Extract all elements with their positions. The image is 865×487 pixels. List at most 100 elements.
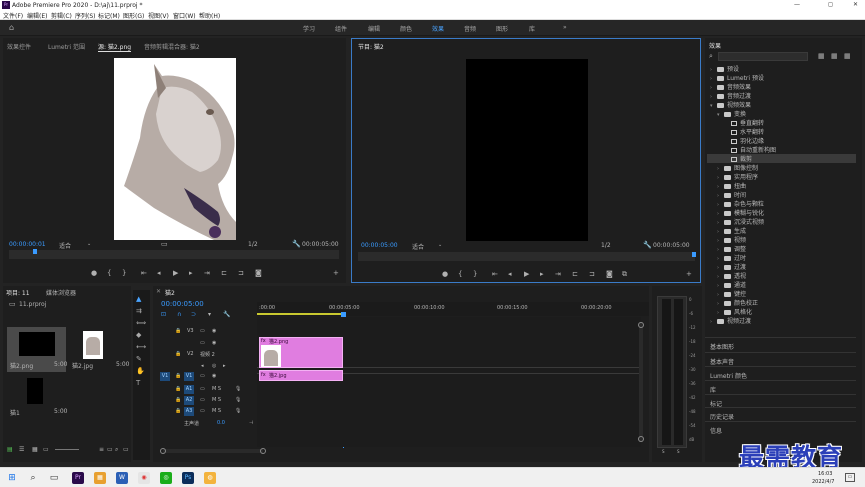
play-icon[interactable]: ▶ — [524, 270, 529, 278]
effects-tree-item[interactable]: 羽化边缘 — [707, 136, 856, 145]
lock-icon[interactable]: 🔒 — [175, 386, 181, 392]
icon-view-icon[interactable]: ▦ — [32, 446, 38, 453]
next-keyframe-icon[interactable]: ▸ — [223, 363, 226, 369]
eye-icon[interactable]: ◉ — [212, 340, 216, 346]
step-back-icon[interactable]: ◂ — [157, 269, 161, 277]
search-icon[interactable]: ⌕ — [115, 446, 118, 454]
section-libraries[interactable]: 库 — [705, 380, 856, 394]
workspace-audio[interactable]: 音频 — [464, 24, 476, 33]
step-forward-icon[interactable]: ▸ — [540, 270, 544, 278]
minimize-button[interactable]: — — [794, 1, 800, 8]
menu-graphics[interactable]: 图形(G) — [123, 11, 144, 20]
work-area-bar[interactable] — [257, 313, 342, 315]
program-ratio-select[interactable]: 1/2 — [601, 242, 611, 249]
program-fit-select[interactable]: 适合 — [412, 242, 424, 251]
add-keyframe-icon[interactable]: ◎ — [212, 363, 216, 369]
mute-solo[interactable]: M S — [212, 397, 221, 403]
effects-tree-item[interactable]: › 键控 — [707, 289, 856, 298]
effects-tree-item[interactable]: › 实用程序 — [707, 172, 856, 181]
effects-tree-item[interactable]: › 生成 — [707, 226, 856, 235]
marker-icon[interactable]: ● — [91, 269, 97, 277]
wrench-icon[interactable]: 🔧 — [292, 240, 301, 248]
effects-tree-item[interactable]: 垂直翻转 — [707, 118, 856, 127]
wechat-taskbar-icon[interactable]: ◎ — [160, 472, 172, 484]
photoshop-taskbar-icon[interactable]: Ps — [182, 472, 194, 484]
source-patch-v1[interactable]: V1 — [160, 372, 170, 381]
source-timecode[interactable]: 00:00:00:01 — [9, 241, 46, 248]
workspace-effects[interactable]: 效果 — [432, 24, 444, 33]
effects-tree-item[interactable]: › Lumetri 预设 — [707, 73, 856, 82]
section-essential-graphics[interactable]: 基本图形 — [705, 337, 856, 351]
track-id[interactable]: A1 — [184, 385, 194, 394]
mark-out-icon[interactable]: } — [122, 269, 126, 277]
close-button[interactable]: ✕ — [853, 1, 858, 8]
lock-icon[interactable]: 🔒 — [175, 328, 181, 334]
master-value[interactable]: 0.0 — [217, 420, 225, 426]
lock-icon[interactable]: 🔒 — [175, 351, 181, 357]
hand-tool-icon[interactable]: ✋ — [136, 367, 145, 375]
menu-view[interactable]: 视图(V) — [148, 11, 169, 20]
track-id[interactable]: V3 — [187, 328, 194, 334]
add-button-icon[interactable]: + — [333, 269, 339, 277]
menu-clip[interactable]: 剪辑(C) — [51, 11, 72, 20]
track-id[interactable]: A3 — [184, 407, 194, 416]
step-forward-icon[interactable]: ▸ — [189, 269, 193, 277]
effects-tree-item[interactable]: › 沉浸式视频 — [707, 217, 856, 226]
section-info[interactable]: 信息 — [705, 421, 856, 435]
effects-tree-item[interactable]: › 调整 — [707, 244, 856, 253]
sync-icon[interactable]: ▭ — [200, 373, 205, 379]
goto-out-icon[interactable]: ⇥ — [204, 269, 210, 277]
workspace-color[interactable]: 颜色 — [400, 24, 412, 33]
source-ratio-select[interactable]: 1/2 — [248, 241, 258, 248]
section-essential-sound[interactable]: 基本声音 — [705, 352, 856, 366]
mark-in-icon[interactable]: { — [458, 270, 462, 278]
mute-solo[interactable]: M S — [212, 408, 221, 414]
home-icon[interactable]: ⌂ — [9, 23, 14, 32]
tab-audio-clip-mixer[interactable]: 音频剪辑混合器: 猫2 — [144, 42, 200, 51]
prev-keyframe-icon[interactable]: ◂ — [201, 363, 204, 369]
sync-icon[interactable]: ▭ — [200, 386, 205, 392]
wrench-icon[interactable]: 🔧 — [643, 241, 652, 249]
workspace-more-icon[interactable]: » — [563, 24, 567, 31]
program-playhead[interactable] — [692, 252, 696, 257]
marker-icon[interactable]: ● — [442, 270, 448, 278]
menu-help[interactable]: 帮助(H) — [199, 11, 220, 20]
extract-icon[interactable]: ⊐ — [589, 270, 595, 278]
mic-icon[interactable]: 🎙 — [235, 408, 241, 414]
effects-tree-item[interactable]: › 视频过渡 — [707, 316, 856, 325]
program-timecode[interactable]: 00:00:05:00 — [361, 242, 398, 249]
camera-icon[interactable]: ◙ — [255, 269, 262, 277]
goto-out-icon[interactable]: ⇥ — [555, 270, 561, 278]
menu-sequence[interactable]: 序列(S) — [75, 11, 96, 20]
section-markers[interactable]: 标记 — [705, 394, 856, 408]
razor-tool-icon[interactable]: ◆ — [136, 331, 141, 339]
source-scrubber[interactable] — [9, 250, 339, 259]
goto-in-icon[interactable]: ⇤ — [492, 270, 498, 278]
menu-marker[interactable]: 标记(M) — [98, 11, 120, 20]
overwrite-icon[interactable]: ⊐ — [238, 269, 244, 277]
effects-tree-item[interactable]: › 杂色与颗粒 — [707, 199, 856, 208]
notification-icon[interactable]: ▭ — [845, 473, 855, 482]
close-tab-icon[interactable]: ✕ — [156, 288, 161, 295]
track-id[interactable]: V1 — [184, 372, 194, 381]
solo-right[interactable]: S — [677, 449, 680, 454]
program-title[interactable]: 节目: 猫2 — [358, 42, 384, 51]
new-bin-icon[interactable]: ▭ — [123, 446, 129, 453]
workspace-learn[interactable]: 学习 — [303, 24, 315, 33]
32bit-icon[interactable]: ▦ — [831, 52, 838, 60]
word-taskbar-icon[interactable]: W — [116, 472, 128, 484]
horizontal-scrollbar[interactable] — [160, 448, 266, 454]
task-view-icon[interactable]: ▭ — [48, 472, 60, 484]
solo-left[interactable]: S — [662, 449, 665, 454]
source-playhead-icon[interactable]: ▭ — [161, 240, 168, 248]
effects-tree-item[interactable]: 裁剪 — [707, 154, 856, 163]
master-end-icon[interactable]: ⊣ — [249, 420, 253, 426]
write-lock-icon[interactable]: ▤ — [7, 446, 13, 453]
menu-file[interactable]: 文件(F) — [3, 11, 23, 20]
freeform-view-icon[interactable]: ▭ — [43, 446, 49, 453]
chrome-taskbar-icon[interactable]: ◉ — [138, 472, 150, 484]
linked-selection-icon[interactable]: ⊃ — [191, 311, 196, 318]
yuv-icon[interactable]: ▦ — [844, 52, 851, 60]
pen-tool-icon[interactable]: ✎ — [136, 355, 142, 363]
lift-icon[interactable]: ⊏ — [572, 270, 578, 278]
